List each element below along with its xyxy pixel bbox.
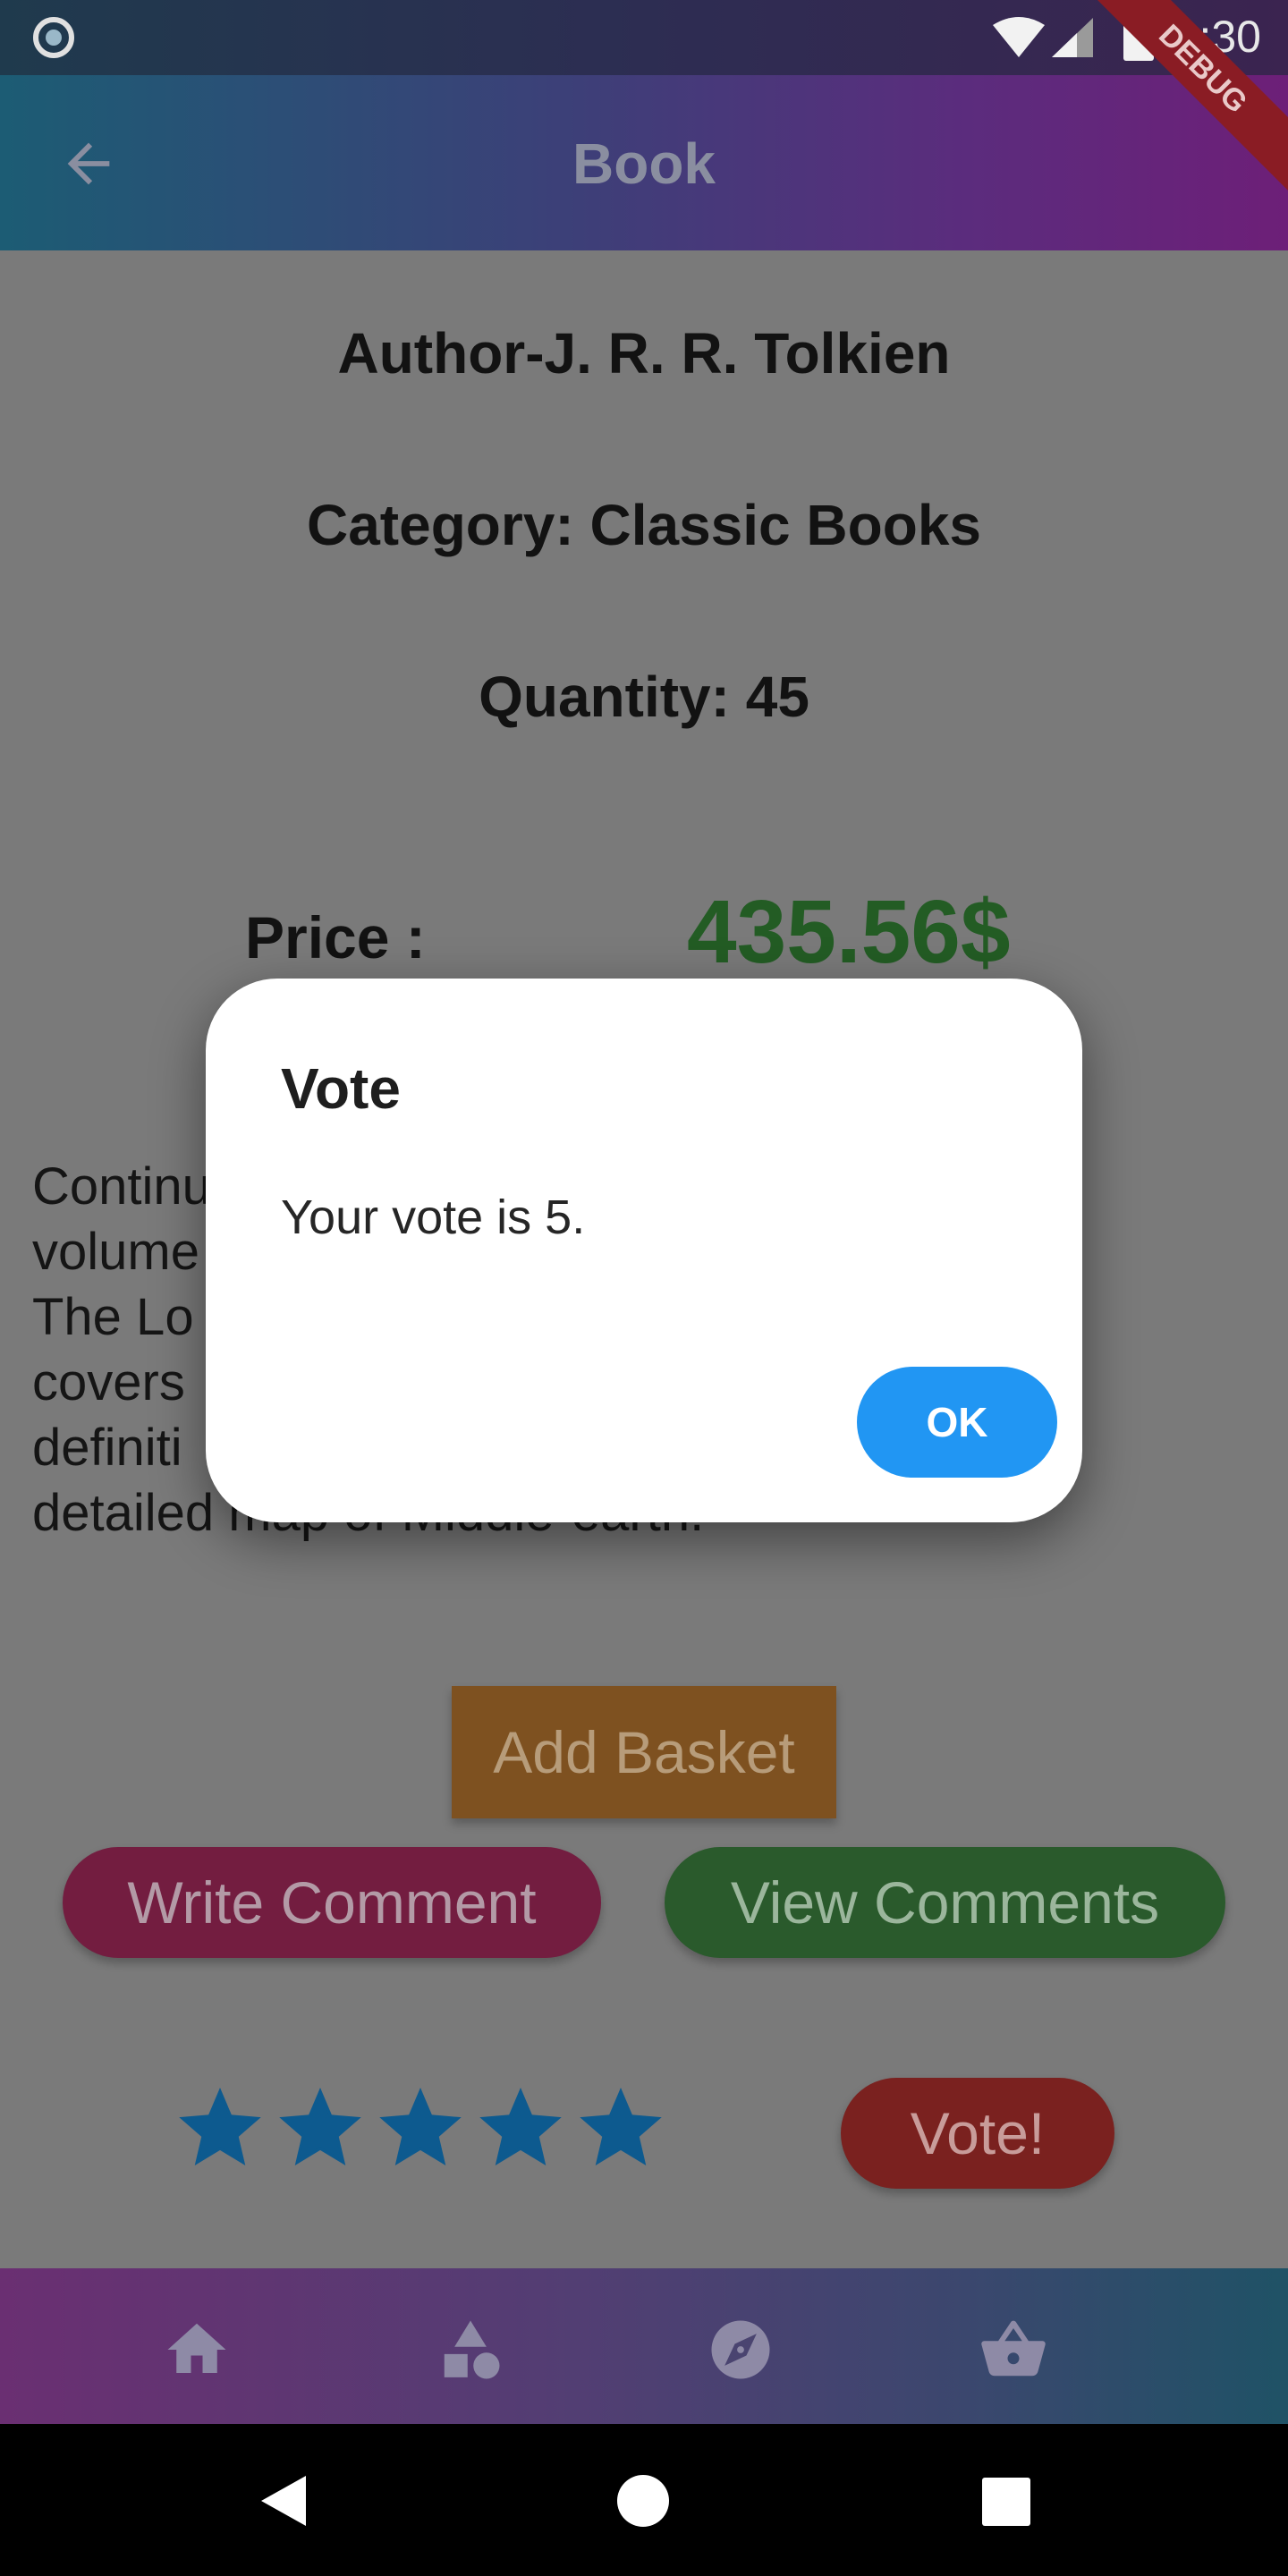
shapes-icon[interactable] [436,2315,505,2385]
ok-button[interactable]: OK [857,1367,1057,1478]
notification-icon [33,17,74,58]
home-icon[interactable] [162,2315,232,2385]
compass-icon[interactable] [706,2315,775,2385]
star-icon[interactable] [175,2084,265,2174]
app-bar: Book [0,75,1288,250]
book-category: Category: Classic Books [306,493,982,557]
price-value: 435.56$ [687,882,1011,982]
recents-square-icon[interactable] [982,2478,1030,2526]
star-icon[interactable] [275,2084,365,2174]
dialog-title: Vote [281,1056,401,1121]
vote-dialog: Vote Your vote is 5. OK [206,979,1082,1522]
star-icon[interactable] [376,2084,465,2174]
star-icon[interactable] [576,2084,665,2174]
vote-button[interactable]: Vote! [841,2078,1114,2189]
write-comment-button[interactable]: Write Comment [63,1847,601,1958]
basket-icon[interactable] [979,2315,1048,2385]
book-quantity: Quantity: 45 [479,665,809,729]
book-author: Author-J. R. R. Tolkien [337,321,951,386]
page-title: Book [572,131,716,196]
back-triangle-icon[interactable] [258,2474,308,2528]
star-icon[interactable] [476,2084,565,2174]
bottom-navigation [0,2268,1288,2424]
view-comments-button[interactable]: View Comments [665,1847,1225,1958]
wifi-icon [993,17,1045,57]
price-label: Price : [245,904,426,970]
home-circle-icon[interactable] [616,2474,670,2528]
status-bar: 1:30 [0,0,1288,75]
system-navigation-bar [0,2424,1288,2576]
add-basket-button[interactable]: Add Basket [452,1686,836,1818]
dialog-message: Your vote is 5. [281,1191,586,1244]
signal-icon [1052,18,1093,57]
